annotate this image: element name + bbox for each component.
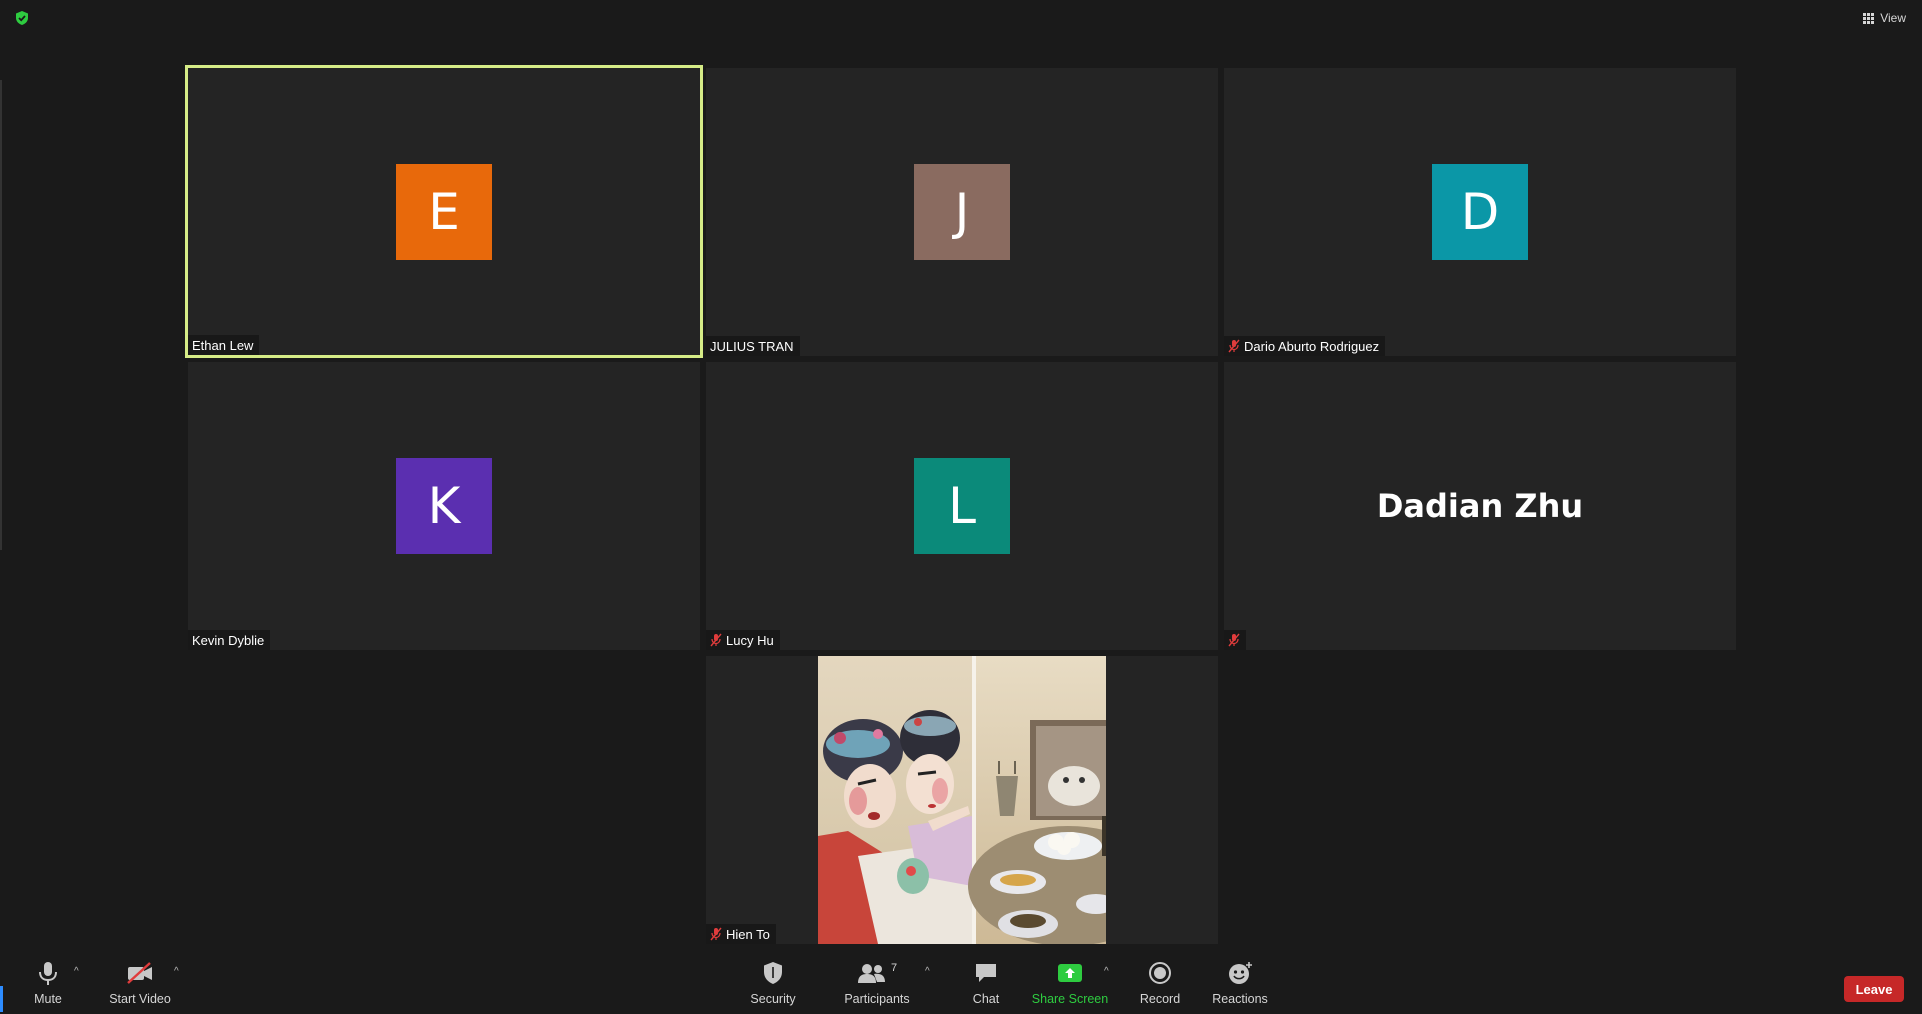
participant-tile-julius[interactable]: J JULIUS TRAN [706,68,1218,356]
share-screen-button[interactable]: Share Screen [1031,958,1109,1006]
leave-button[interactable]: Leave [1844,976,1904,1002]
muted-mic-icon [710,927,722,941]
chat-label: Chat [972,992,1000,1006]
participant-tile-hien[interactable]: Hien To [706,656,1218,944]
participant-tile-dadian[interactable]: Dadian Zhu [1224,362,1736,650]
reactions-button[interactable]: Reactions [1212,958,1268,1006]
view-button[interactable]: View [1863,8,1906,28]
meeting-toolbar: Mute ^ Start Video ^ Security 7 Particip… [0,956,1922,1014]
grid-view-icon [1863,12,1875,24]
participant-tile-dario[interactable]: D Dario Aburto Rodriguez [1224,68,1736,356]
zoom-meeting-window: View E Ethan Lew J JULIUS TRAN D Dario A… [0,0,1922,1014]
participant-name-tag: Ethan Lew [188,335,260,355]
share-screen-icon [1058,964,1082,982]
participant-name: Ethan Lew [192,337,254,353]
shield-check-icon[interactable] [14,10,30,26]
microphone-icon [39,962,57,985]
participant-name-tag: JULIUS TRAN [706,336,800,356]
participants-icon [857,964,885,983]
record-button[interactable]: Record [1140,958,1180,1006]
avatar: J [914,164,1010,260]
avatar: K [396,458,492,554]
participant-tile-kevin[interactable]: K Kevin Dyblie [188,362,700,650]
audio-options-caret-icon[interactable]: ^ [74,966,79,977]
participant-name-tag [1224,630,1246,650]
mute-button[interactable]: Mute [30,958,66,1006]
share-screen-label: Share Screen [1031,992,1109,1006]
toolbar-edge-marker [0,986,3,1012]
participant-tile-lucy[interactable]: L Lucy Hu [706,362,1218,650]
participants-label: Participants [844,992,910,1006]
share-options-caret-icon[interactable]: ^ [1104,966,1109,977]
participants-button[interactable]: 7 Participants [844,958,910,1006]
avatar: E [396,163,492,260]
video-frame-image [818,656,1106,944]
participants-options-caret-icon[interactable]: ^ [925,966,930,977]
video-options-caret-icon[interactable]: ^ [174,966,179,977]
participant-name: JULIUS TRAN [710,338,794,354]
participant-name-tag: Dario Aburto Rodriguez [1224,336,1386,356]
participant-name-tag: Kevin Dyblie [188,630,271,650]
participant-name: Dario Aburto Rodriguez [1244,338,1380,354]
muted-mic-icon [710,633,722,647]
participant-display-name: Dadian Zhu [1376,487,1584,525]
chat-button[interactable]: Chat [968,958,1004,1006]
muted-mic-icon [1228,633,1240,647]
start-video-button[interactable]: Start Video [108,958,172,1006]
security-button[interactable]: Security [748,958,798,1006]
avatar: L [914,458,1010,554]
mute-label: Mute [34,992,62,1006]
chat-icon [976,964,996,982]
participants-count: 7 [890,962,898,974]
shield-icon [764,962,782,984]
security-label: Security [750,992,796,1006]
reactions-label: Reactions [1212,992,1268,1006]
window-left-edge [0,80,2,550]
video-feed [818,656,1106,944]
participant-name-tag: Hien To [706,924,776,944]
participant-name-tag: Lucy Hu [706,630,780,650]
reactions-icon [1229,962,1252,984]
avatar: D [1432,164,1528,260]
start-video-label: Start Video [109,992,171,1006]
participant-name: Kevin Dyblie [192,632,265,648]
muted-mic-icon [1228,339,1240,353]
participant-name: Hien To [726,926,770,942]
record-icon [1149,962,1171,984]
record-label: Record [1139,992,1181,1006]
participant-name: Lucy Hu [726,632,774,648]
view-label: View [1880,11,1906,25]
video-off-icon [127,962,152,984]
participant-tile-ethan[interactable]: E Ethan Lew [185,65,703,358]
